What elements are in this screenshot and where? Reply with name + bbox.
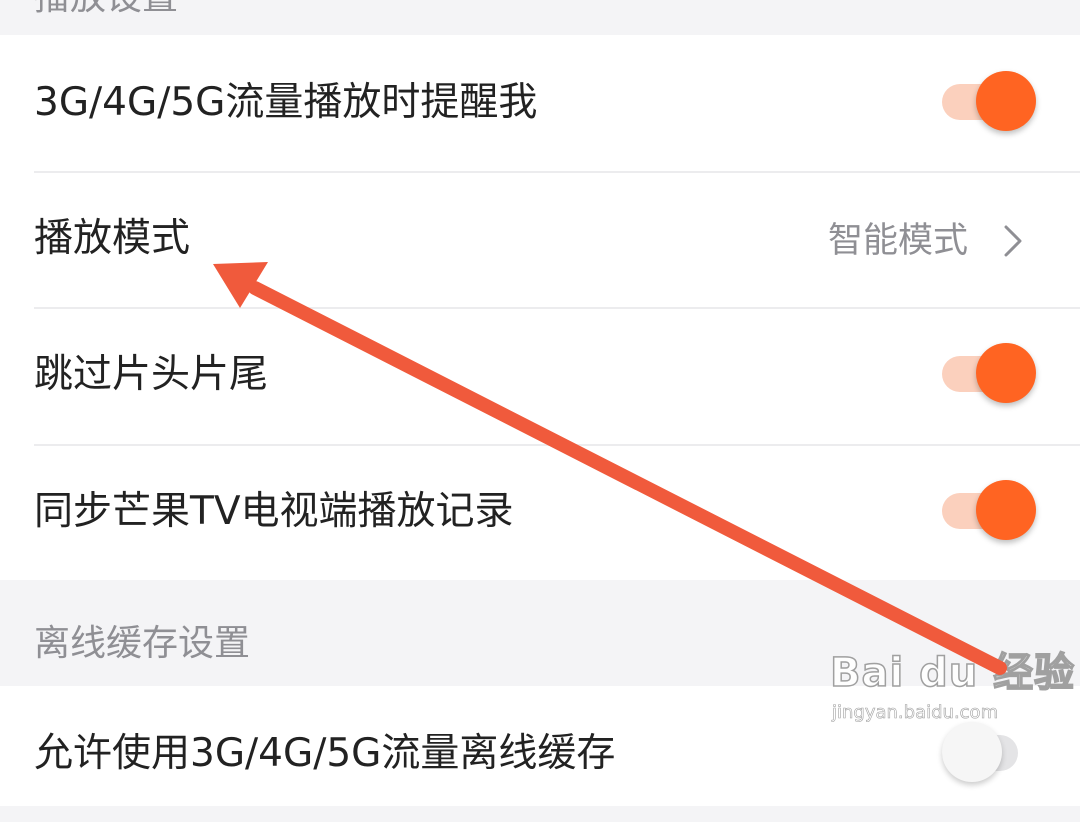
setting-label-offline-mobile-data: 允许使用3G/4G/5G流量离线缓存: [34, 731, 616, 776]
section-header-playback: 播放设置: [0, 0, 1080, 35]
playback-settings-card: 3G/4G/5G流量播放时提醒我 播放模式 智能模式 跳过片头片尾 同步芒果TV…: [0, 35, 1080, 580]
toggle-knob: [976, 71, 1036, 131]
setting-row-offline-mobile-data[interactable]: 允许使用3G/4G/5G流量离线缓存: [0, 686, 1080, 822]
setting-row-skip-intro-outro[interactable]: 跳过片头片尾: [0, 307, 1080, 443]
mobile-data-reminder-toggle[interactable]: [942, 71, 1036, 131]
section-header-offline: 离线缓存设置: [0, 580, 1080, 686]
setting-label-mobile-data-reminder: 3G/4G/5G流量播放时提醒我: [34, 80, 538, 125]
setting-label-playback-mode: 播放模式: [34, 216, 191, 261]
section-header-offline-label: 离线缓存设置: [34, 623, 251, 664]
offline-mobile-data-toggle[interactable]: [942, 722, 1036, 782]
toggle-knob: [942, 722, 1002, 782]
setting-label-sync-tv-history: 同步芒果TV电视端播放记录: [34, 489, 514, 534]
offline-settings-card: 允许使用3G/4G/5G流量离线缓存: [0, 686, 1080, 806]
sync-tv-history-toggle[interactable]: [942, 480, 1036, 540]
section-header-playback-label: 播放设置: [34, 0, 178, 18]
setting-row-playback-mode[interactable]: 播放模式 智能模式: [0, 171, 1080, 307]
toggle-knob: [976, 480, 1036, 540]
playback-mode-value: 智能模式: [828, 221, 969, 261]
toggle-knob: [976, 343, 1036, 403]
setting-row-mobile-data-reminder[interactable]: 3G/4G/5G流量播放时提醒我: [0, 35, 1080, 171]
chevron-right-icon: [1004, 225, 1022, 257]
setting-label-skip-intro-outro: 跳过片头片尾: [34, 352, 269, 397]
skip-intro-outro-toggle[interactable]: [942, 343, 1036, 403]
setting-row-sync-tv-history[interactable]: 同步芒果TV电视端播放记录: [0, 444, 1080, 580]
